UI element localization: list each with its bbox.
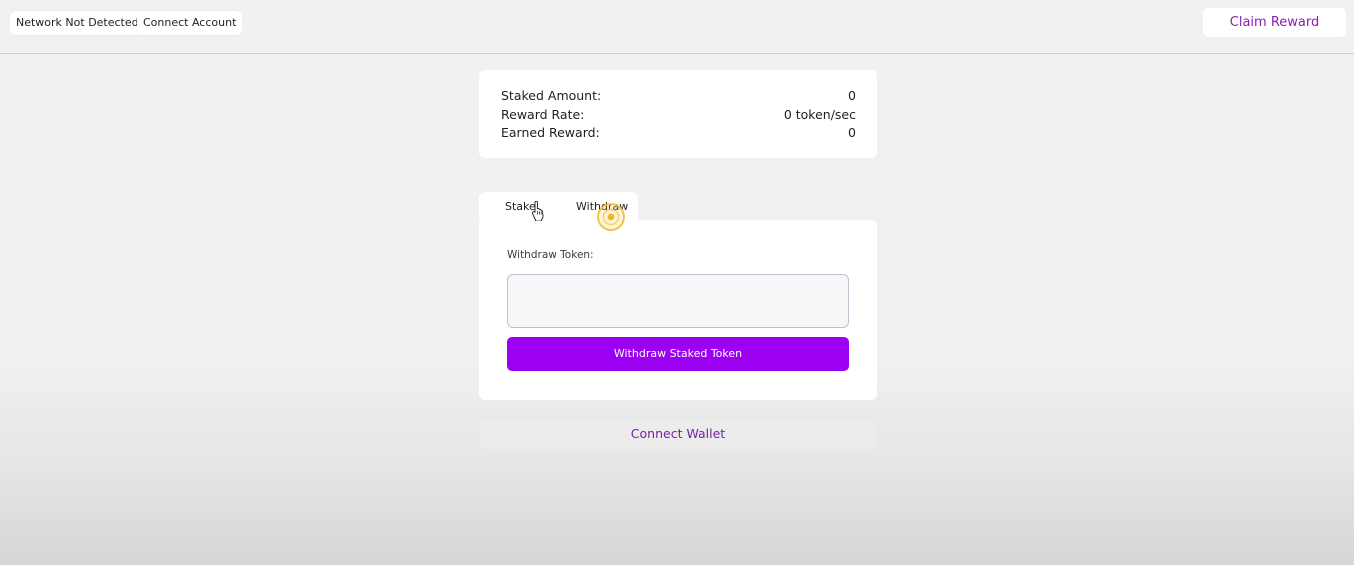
stat-row-staked-amount: Staked Amount: 0 [501,87,856,106]
staking-stats-card: Staked Amount: 0 Reward Rate: 0 token/se… [479,70,877,158]
stat-value: 0 [848,88,856,103]
withdraw-token-input[interactable] [507,274,849,328]
withdraw-token-label: Withdraw Token: [507,249,594,261]
stat-label: Reward Rate: [501,106,585,122]
stat-label: Staked Amount: [501,88,602,103]
claim-reward-button[interactable]: Claim Reward [1203,8,1346,37]
click-ring-icon [597,203,625,231]
network-status-badge: Network Not Detected [10,11,145,35]
connect-wallet-button[interactable]: Connect Wallet [479,419,877,449]
stat-row-reward-rate: Reward Rate: 0 token/sec [501,106,856,125]
withdraw-staked-token-button[interactable]: Withdraw Staked Token [507,337,849,371]
hand-pointer-icon [531,201,544,221]
stat-row-earned-reward: Earned Reward: 0 [501,124,856,143]
stat-value: 0 token/sec [783,106,856,122]
connect-account-button[interactable]: Connect Account [137,11,243,35]
withdraw-panel: Withdraw Token: Withdraw Staked Token [479,220,877,400]
top-bar: Network Not Detected Connect Account Cla… [0,0,1354,54]
stat-label: Earned Reward: [501,125,600,140]
stat-value: 0 [848,125,856,140]
